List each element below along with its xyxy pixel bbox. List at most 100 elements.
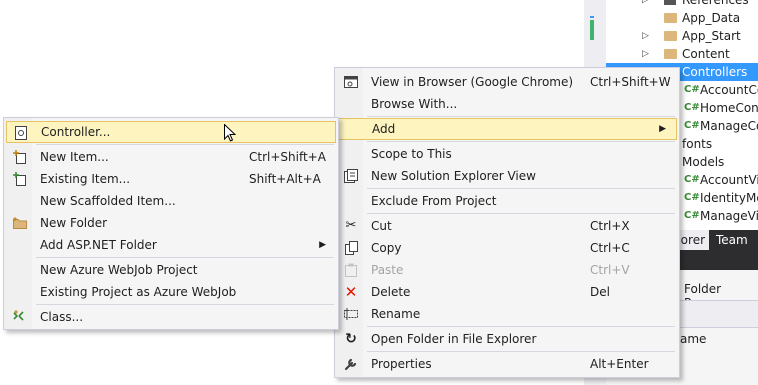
menu-item-view-in-browser[interactable]: View in Browser (Google Chrome) Ctrl+Shi… — [337, 71, 677, 93]
menu-item-exclude-from-project[interactable]: Exclude From Project — [337, 190, 677, 212]
menu-item-copy[interactable]: Copy Ctrl+C — [337, 237, 677, 259]
menu-item-open-folder-in-file-explorer[interactable]: ↻ Open Folder in File Explorer — [337, 328, 677, 350]
tree-item-label: App_Data — [682, 11, 741, 25]
menu-item-label: Copy — [371, 241, 402, 255]
menu-separator — [367, 213, 675, 214]
menu-item-label: Add ASP.NET Folder — [40, 238, 157, 252]
tab-team-explorer[interactable]: Team E — [712, 230, 758, 267]
menu-item-cut[interactable]: ✂ Cut Ctrl+X — [337, 215, 677, 237]
rename-icon — [343, 306, 359, 322]
tree-item-label: AccountCo — [700, 83, 758, 97]
refresh-arrow-icon: ↻ — [345, 331, 357, 347]
paste-icon — [343, 262, 359, 278]
menu-item-shortcut: Del — [590, 285, 610, 299]
scissors-icon: ✂ — [345, 218, 357, 233]
menu-item-label: Open Folder in File Explorer — [371, 332, 537, 346]
menu-item-shortcut: Ctrl+Shift+A — [249, 150, 326, 164]
menu-item-new-folder[interactable]: New Folder — [6, 212, 336, 234]
menu-item-existing-item[interactable]: Existing Item... Shift+Alt+A — [6, 168, 336, 190]
menu-item-label: Rename — [371, 307, 421, 321]
browser-icon — [343, 74, 359, 90]
new-folder-icon — [12, 215, 28, 231]
menu-item-properties[interactable]: Properties Alt+Enter — [337, 353, 677, 375]
menu-item-label: New Folder — [40, 216, 108, 230]
menu-separator — [36, 144, 334, 145]
change-marker — [590, 20, 594, 40]
menu-item-rename[interactable]: Rename — [337, 303, 677, 325]
menu-item-label: Properties — [371, 357, 432, 371]
menu-item-browse-with[interactable]: Browse With... — [337, 93, 677, 115]
folder-icon — [664, 31, 677, 41]
menu-separator — [367, 188, 675, 189]
menu-item-label: Class... — [40, 310, 84, 324]
menu-item-label: Scope to This — [371, 147, 452, 161]
menu-separator — [367, 116, 675, 117]
menu-separator — [367, 141, 675, 142]
menu-item-label: Paste — [371, 263, 404, 277]
menu-item-label: Browse With... — [371, 97, 458, 111]
csharp-file-icon: C# — [684, 174, 700, 185]
tree-item-label: fonts — [682, 137, 713, 151]
tree-item-label: IdentityMo — [700, 191, 758, 205]
csharp-file-icon: C# — [684, 84, 700, 95]
expand-arrow-icon[interactable]: ▷ — [642, 27, 649, 45]
tree-item-label: ManageCo — [700, 119, 758, 133]
expand-arrow-icon[interactable]: ▷ — [642, 0, 649, 9]
menu-item-label: New Azure WebJob Project — [40, 263, 198, 277]
new-item-icon — [12, 149, 28, 165]
menu-item-label: Delete — [371, 285, 411, 299]
folder-icon — [664, 13, 677, 23]
menu-item-shortcut: Shift+Alt+A — [249, 172, 321, 186]
menu-item-add-aspnet-folder[interactable]: Add ASP.NET Folder ▶ — [6, 234, 336, 256]
menu-item-label: View in Browser (Google Chrome) — [371, 75, 574, 89]
mouse-cursor-icon — [224, 123, 237, 142]
tree-item-content[interactable]: ▷ Content — [606, 45, 758, 63]
csharp-file-icon: C# — [684, 120, 700, 131]
add-submenu: Controller... New Item... Ctrl+Shift+A E… — [3, 117, 339, 330]
controller-icon — [13, 125, 29, 141]
menu-item-shortcut: Ctrl+X — [590, 219, 630, 233]
menu-item-scope-to-this[interactable]: Scope to This — [337, 143, 677, 165]
menu-item-new-solution-explorer-view[interactable]: New Solution Explorer View — [337, 165, 677, 187]
menu-separator — [36, 257, 334, 258]
menu-separator — [36, 304, 334, 305]
menu-item-label: Controller... — [41, 125, 111, 139]
copy-icon — [343, 240, 359, 256]
csharp-file-icon: C# — [684, 210, 700, 221]
menu-item-new-item[interactable]: New Item... Ctrl+Shift+A — [6, 146, 336, 168]
menu-separator — [367, 351, 675, 352]
csharp-file-icon: C# — [684, 192, 700, 203]
new-view-icon — [343, 168, 359, 184]
tree-item-label: App_Start — [682, 29, 741, 43]
menu-item-add[interactable]: Add ▶ — [337, 118, 677, 140]
context-menu: View in Browser (Google Chrome) Ctrl+Shi… — [334, 67, 680, 378]
tree-item-app-data[interactable]: App_Data — [606, 9, 758, 27]
menu-item-new-azure-webjob-project[interactable]: New Azure WebJob Project — [6, 259, 336, 281]
folder-icon — [664, 49, 677, 59]
menu-item-paste[interactable]: Paste Ctrl+V — [337, 259, 677, 281]
menu-item-controller[interactable]: Controller... — [6, 121, 336, 143]
tree-item-label: ManageVie — [700, 209, 758, 223]
menu-item-label: New Scaffolded Item... — [40, 194, 176, 208]
menu-item-label: Existing Item... — [40, 172, 131, 186]
menu-item-label: New Solution Explorer View — [371, 169, 536, 183]
menu-item-label: Existing Project as Azure WebJob — [40, 285, 237, 299]
menu-item-delete[interactable]: ✕ Delete Del — [337, 281, 677, 303]
menu-item-new-scaffolded-item[interactable]: New Scaffolded Item... — [6, 190, 336, 212]
tree-item-references[interactable]: ▷ References — [606, 0, 758, 9]
submenu-arrow-icon: ▶ — [319, 240, 326, 250]
menu-item-existing-project-as-azure-webjob[interactable]: Existing Project as Azure WebJob — [6, 281, 336, 303]
expand-arrow-icon[interactable]: ▷ — [642, 45, 649, 63]
menu-item-shortcut: Ctrl+C — [590, 241, 630, 255]
references-icon — [664, 0, 676, 5]
tree-item-label: HomeCont — [700, 101, 758, 115]
tree-item-label: Controllers — [682, 65, 748, 79]
menu-separator — [367, 326, 675, 327]
class-icon — [12, 309, 28, 325]
tree-item-app-start[interactable]: ▷ App_Start — [606, 27, 758, 45]
wrench-icon — [343, 356, 359, 372]
scroll-marker — [590, 16, 594, 18]
tree-item-label: Models — [682, 155, 725, 169]
menu-item-class[interactable]: Class... — [6, 306, 336, 328]
properties-name-column: ame — [680, 332, 707, 346]
